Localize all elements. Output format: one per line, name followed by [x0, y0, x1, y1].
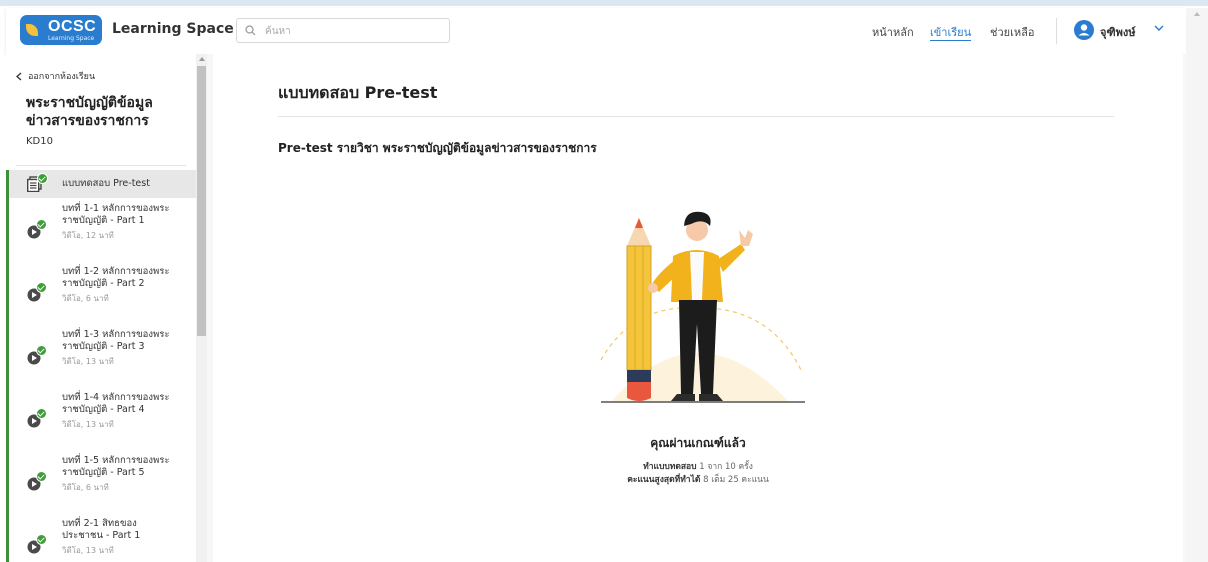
user-avatar-icon[interactable] — [1074, 20, 1094, 40]
chevron-down-icon[interactable] — [1154, 25, 1164, 32]
lesson-title: บทที่ 1-5 หลักการของพระ ราชบัญญัติ - Par… — [62, 455, 170, 478]
course-sidebar: ออกจากห้องเรียน พระราชบัญญัติข้อมูลข่าวส… — [6, 54, 196, 562]
lesson-title: บทที่ 1-4 หลักการของพระ ราชบัญญัติ - Par… — [62, 392, 170, 415]
course-title: พระราชบัญญัติข้อมูลข่าวสารของราชการ — [26, 95, 153, 129]
chevron-left-icon — [16, 72, 22, 80]
header-divider — [1056, 18, 1057, 44]
lesson-item[interactable]: บทที่ 1-4 หลักการของพระ ราชบัญญัติ - Par… — [9, 387, 196, 450]
search-icon — [245, 25, 256, 36]
sidebar-divider — [16, 165, 186, 166]
completed-check-icon — [36, 534, 47, 545]
top-header: OCSC Learning Space Learning Space หน้าห… — [6, 8, 1186, 54]
scroll-up-icon[interactable] — [199, 57, 205, 61]
lesson-list: แบบทดสอบ Pre-test บทที่ 1-1 หลักการของพร… — [6, 170, 196, 562]
completed-check-icon — [36, 471, 47, 482]
window-top-strip — [0, 0, 1208, 6]
page-title: แบบทดสอบ Pre-test — [278, 83, 438, 102]
sidebar-scroll-thumb[interactable] — [197, 66, 206, 336]
logo-subtext: Learning Space — [48, 35, 95, 42]
completed-check-icon — [36, 345, 47, 356]
completed-check-icon — [36, 282, 47, 293]
quiz-icon — [26, 173, 48, 196]
lesson-meta: วิดีโอ, 6 นาที — [62, 483, 109, 492]
attempts-label: ทำแบบทดสอบ — [643, 462, 697, 472]
content-panel: แบบทดสอบ Pre-test Pre-test รายวิชา พระรา… — [213, 54, 1183, 562]
logo-leaf-icon — [26, 24, 38, 36]
score-stat: คะแนนสูงสุดที่ทำได้ 8 เต็ม 25 คะแนน — [213, 472, 1183, 486]
sidebar-scrollbar[interactable] — [196, 54, 207, 562]
lesson-meta: วิดีโอ, 6 นาที — [62, 294, 109, 303]
search-box[interactable] — [236, 18, 450, 43]
video-play-icon — [27, 408, 47, 432]
lesson-title: บทที่ 1-2 หลักการของพระ ราชบัญญัติ - Par… — [62, 266, 170, 289]
app-title: Learning Space — [112, 21, 234, 37]
title-divider — [278, 116, 1114, 117]
video-play-icon — [27, 345, 47, 369]
lesson-title: แบบทดสอบ Pre-test — [62, 178, 150, 189]
ocsc-logo[interactable]: OCSC Learning Space — [20, 15, 102, 45]
lesson-meta: วิดีโอ, 12 นาที — [62, 231, 114, 240]
back-link-label: ออกจากห้องเรียน — [28, 72, 96, 82]
attempts-stat: ทำแบบทดสอบ 1 จาก 10 ครั้ง — [213, 459, 1183, 473]
video-play-icon — [27, 534, 47, 558]
score-value: 8 เต็ม 25 คะแนน — [703, 475, 769, 485]
main-area: แบบทดสอบ Pre-test Pre-test รายวิชา พระรา… — [207, 54, 1187, 562]
test-subtitle: Pre-test รายวิชา พระราชบัญญัติข้อมูลข่าว… — [278, 141, 597, 155]
scroll-up-icon[interactable] — [1194, 12, 1200, 16]
search-input[interactable] — [263, 21, 447, 42]
lesson-item[interactable]: บทที่ 1-1 หลักการของพระ ราชบัญญัติ - Par… — [9, 198, 196, 261]
lesson-item[interactable]: บทที่ 1-3 หลักการของพระ ราชบัญญัติ - Par… — [9, 324, 196, 387]
course-code: KD10 — [26, 136, 53, 147]
attempts-value: 1 จาก 10 ครั้ง — [699, 462, 753, 472]
nav-home[interactable]: หน้าหลัก — [872, 23, 914, 41]
completed-check-icon — [37, 173, 48, 184]
lesson-meta: วิดีโอ, 13 นาที — [62, 546, 114, 555]
video-play-icon — [27, 471, 47, 495]
video-play-icon — [27, 219, 47, 243]
back-link[interactable]: ออกจากห้องเรียน — [16, 69, 95, 83]
completed-check-icon — [36, 219, 47, 230]
logo-text: OCSC — [48, 18, 97, 35]
completed-check-icon — [36, 408, 47, 419]
lesson-title: บทที่ 1-1 หลักการของพระ ราชบัญญัติ - Par… — [62, 203, 170, 226]
lesson-item[interactable]: บทที่ 1-5 หลักการของพระ ราชบัญญัติ - Par… — [9, 450, 196, 513]
page-scrollbar[interactable] — [1187, 8, 1208, 562]
lesson-item[interactable]: บทที่ 1-2 หลักการของพระ ราชบัญญัติ - Par… — [9, 261, 196, 324]
lesson-item[interactable]: บทที่ 2-1 สิทธของ ประชาชน - Part 1 วิดีโ… — [9, 513, 196, 562]
lesson-item-pretest[interactable]: แบบทดสอบ Pre-test — [9, 170, 196, 198]
nav-help[interactable]: ช่วยเหลือ — [990, 23, 1034, 41]
lesson-meta: วิดีโอ, 13 นาที — [62, 420, 114, 429]
pencil-man-illustration — [600, 211, 805, 403]
nav-enter-class[interactable]: เข้าเรียน — [930, 23, 971, 41]
user-name[interactable]: จุฑิพงษ์ — [1100, 23, 1135, 41]
video-play-icon — [27, 282, 47, 306]
result-title: คุณผ่านเกณฑ์แล้ว — [650, 436, 746, 450]
lesson-title: บทที่ 1-3 หลักการของพระ ราชบัญญัติ - Par… — [62, 329, 170, 352]
lesson-meta: วิดีโอ, 13 นาที — [62, 357, 114, 366]
lesson-title: บทที่ 2-1 สิทธของ ประชาชน - Part 1 — [62, 518, 141, 541]
score-label: คะแนนสูงสุดที่ทำได้ — [627, 475, 701, 485]
